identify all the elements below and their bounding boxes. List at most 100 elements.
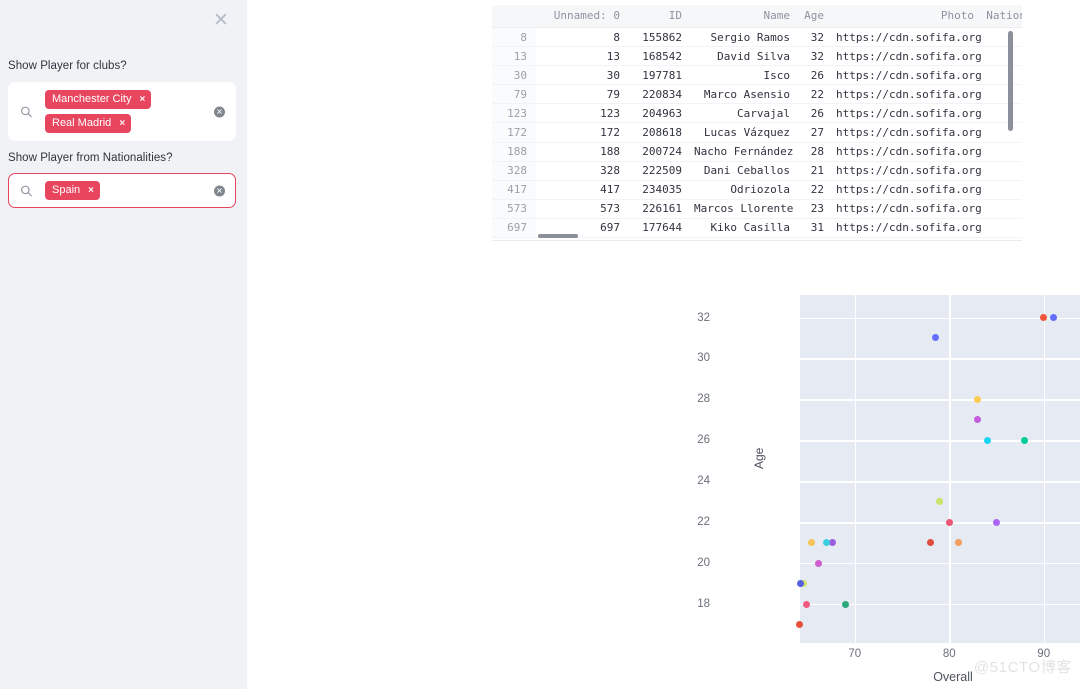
- table-cell: 172: [536, 122, 628, 143]
- gridline-horizontal: [800, 522, 1080, 524]
- table-cell: 123: [492, 103, 536, 124]
- vertical-scrollbar[interactable]: [1008, 31, 1013, 131]
- clubs-multiselect[interactable]: Manchester City × Real Madrid × ✕: [8, 82, 236, 142]
- tag-remove-icon[interactable]: ×: [88, 185, 94, 196]
- table-cell: 220834: [628, 84, 690, 105]
- nationalities-multiselect[interactable]: Spain × ✕: [8, 173, 236, 209]
- data-point[interactable]: [955, 539, 963, 547]
- gridline-vertical: [1043, 295, 1045, 643]
- data-point[interactable]: [841, 600, 849, 608]
- data-point[interactable]: [931, 334, 939, 342]
- data-point[interactable]: [795, 621, 803, 629]
- close-icon[interactable]: ✕: [208, 8, 234, 34]
- column-header: [492, 5, 536, 28]
- table-cell: 222509: [628, 161, 690, 181]
- data-point[interactable]: [945, 518, 953, 526]
- table-row[interactable]: 328 328 222509 Dani Ceballos 21 https://cdn.s…: [492, 161, 1022, 181]
- table-cell: [982, 84, 1022, 105]
- table-cell: https://cdn.sofifa.org…: [832, 103, 982, 124]
- table-cell: 328: [492, 161, 536, 181]
- tag-label: Manchester City: [52, 93, 132, 105]
- clear-icon[interactable]: ✕: [214, 185, 225, 197]
- table-cell: Marcos Llorente: [690, 199, 798, 219]
- table-cell: David Silva: [690, 46, 798, 67]
- data-point[interactable]: [974, 416, 982, 424]
- table-row[interactable]: 79 79 220834 Marco Asensio 22 https://cdn.sof…: [492, 84, 1022, 105]
- table-cell: 32: [798, 27, 832, 48]
- table-cell: 197781: [628, 65, 690, 86]
- dataframe-table[interactable]: Unnamed: 0IDNameAgePhotoNation 88155862S…: [492, 5, 1022, 241]
- sidebar: ✕ Show Player for clubs? Manchester City…: [0, 0, 247, 689]
- table-cell: 417: [536, 180, 628, 200]
- data-point[interactable]: [926, 539, 934, 547]
- scatter-plot: 1820222426283032 708090 Age Overall Name…: [494, 262, 1080, 689]
- tag[interactable]: Spain ×: [45, 181, 100, 201]
- table-cell: 28: [798, 142, 832, 162]
- tag-label: Spain: [52, 184, 81, 196]
- data-point[interactable]: [1049, 314, 1057, 322]
- table-row[interactable]: 188 188 200724 Nacho Fernández 28 https://cdn…: [492, 142, 1022, 162]
- table-row[interactable]: 417 417 234035 Odriozola 22 https://cdn.sofif…: [492, 180, 1022, 200]
- table-row[interactable]: 123 123 204963 Carvajal 26 https://cdn.sofifa…: [492, 103, 1022, 124]
- table-row[interactable]: 172 172 208618 Lucas Vázquez 27 https://cdn.s…: [492, 122, 1022, 143]
- data-point[interactable]: [974, 395, 982, 403]
- gridline-horizontal: [800, 563, 1080, 565]
- search-icon: [21, 185, 32, 196]
- x-tick-label: 80: [942, 648, 956, 660]
- plot-area[interactable]: [795, 295, 1080, 643]
- column-header: Nation: [982, 5, 1022, 28]
- column-header: Photo: [832, 5, 982, 28]
- main-content: Unnamed: 0IDNameAgePhotoNation 88155862S…: [247, 0, 1080, 689]
- data-point[interactable]: [822, 539, 830, 547]
- tag[interactable]: Manchester City ×: [45, 90, 152, 110]
- tag[interactable]: Real Madrid ×: [45, 114, 132, 134]
- tag-label: Real Madrid: [52, 117, 112, 130]
- data-point[interactable]: [1021, 436, 1029, 444]
- y-tick-label: 24: [697, 475, 710, 488]
- table-cell: Lucas Vázquez: [690, 122, 798, 143]
- table-cell: [982, 27, 1022, 48]
- table-cell: 177644: [628, 218, 690, 239]
- table-cell: [982, 199, 1022, 219]
- data-point[interactable]: [815, 559, 823, 567]
- y-axis-label: Age: [752, 447, 766, 469]
- clubs-field-label: Show Player for clubs?: [8, 60, 127, 72]
- table-row[interactable]: 13 13 168542 David Silva 32 https://cdn.sofif…: [492, 46, 1022, 67]
- table-cell: 234035: [628, 180, 690, 200]
- table-cell: 697: [492, 218, 536, 239]
- table-cell: 226161: [628, 199, 690, 219]
- gridline-vertical: [854, 295, 857, 643]
- data-point[interactable]: [992, 518, 1000, 526]
- data-point[interactable]: [1040, 314, 1048, 322]
- table-cell: https://cdn.sofifa.org…: [832, 218, 982, 239]
- table-row[interactable]: 30 30 197781 Isco 26 https://cdn.sofifa.org…: [492, 65, 1022, 86]
- y-tick-label: 28: [697, 393, 710, 406]
- column-header: Age: [798, 5, 832, 28]
- table-row[interactable]: 8 8 155862 Sergio Ramos 32 https://cdn.sofifa…: [492, 27, 1022, 48]
- table-cell: 573: [492, 199, 536, 219]
- table-cell: 172: [492, 122, 536, 143]
- data-point[interactable]: [807, 539, 815, 547]
- table-cell: 13: [492, 46, 536, 67]
- table-cell: 8: [536, 27, 628, 48]
- data-point[interactable]: [983, 436, 991, 444]
- clear-icon[interactable]: ✕: [214, 106, 225, 118]
- table-cell: 32: [798, 46, 832, 67]
- table-row[interactable]: 573 573 226161 Marcos Llorente 23 https://cdn…: [492, 199, 1022, 219]
- gridline-horizontal: [800, 317, 1080, 319]
- table-cell: https://cdn.sofifa.org…: [832, 199, 982, 219]
- tag-remove-icon[interactable]: ×: [119, 118, 125, 129]
- data-point[interactable]: [936, 498, 944, 506]
- table-cell: Marco Asensio: [690, 84, 798, 105]
- y-tick-label: 20: [697, 557, 710, 570]
- table-cell: 13: [536, 46, 628, 67]
- table-cell: https://cdn.sofifa.org…: [832, 180, 982, 200]
- table-cell: https://cdn.sofifa.org…: [832, 46, 982, 67]
- horizontal-scrollbar[interactable]: [538, 233, 578, 238]
- gridline-horizontal: [800, 399, 1080, 401]
- table-body: 8 8 155862 Sergio Ramos 32 https://cdn.sofifa…: [492, 27, 1022, 239]
- table-cell: 22: [798, 180, 832, 200]
- data-point[interactable]: [803, 600, 811, 608]
- tag-remove-icon[interactable]: ×: [139, 94, 145, 105]
- gridline-vertical: [949, 295, 951, 643]
